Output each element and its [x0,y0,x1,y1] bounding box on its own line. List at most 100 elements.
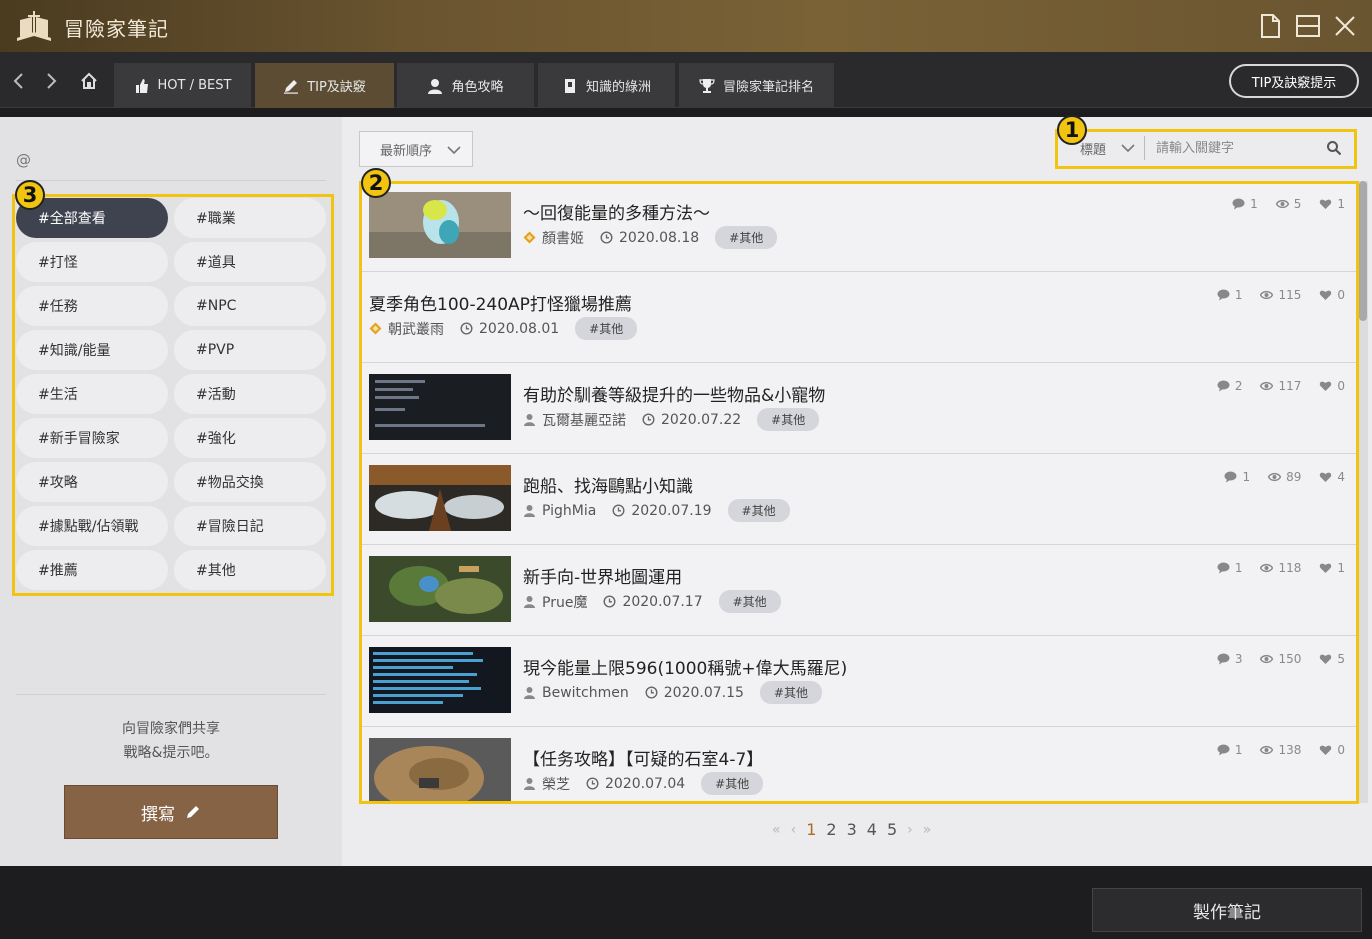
eye-icon [1260,381,1274,391]
post-title[interactable]: 【任务攻略】【可疑的石室4-7】 [523,745,763,770]
page-link[interactable]: 3 [847,820,857,839]
forward-arrow-icon[interactable] [42,72,60,90]
post-tag[interactable]: #其他 [575,317,638,340]
post-row[interactable]: 現今能量上限596(1000稱號+偉大馬羅尼) Bewitchmen 2020.… [360,636,1357,727]
post-row[interactable]: 跑船、找海鷗點小知識 PighMia 2020.07.19 #其他 1 89 4 [360,454,1357,545]
tag-siege[interactable]: #據點戰/佔領戰 [16,506,168,546]
tab-label: 知識的綠洲 [585,80,651,95]
tab-ranking[interactable]: 冒險家筆記排名 [679,63,834,108]
page-link[interactable]: 5 [887,820,897,839]
post-date: 2020.08.18 [619,229,700,246]
tag-trade[interactable]: #物品交換 [174,462,326,502]
write-label: 撰寫 [141,804,175,825]
make-note-button[interactable]: 製作筆記 [1092,888,1362,932]
tag-hunting[interactable]: #打怪 [16,242,168,282]
post-date: 2020.07.19 [631,502,712,519]
post-tag[interactable]: #其他 [727,499,790,522]
scroll-thumb[interactable] [1359,181,1367,321]
comment-count: 1 [1234,743,1243,757]
comment-icon [1217,562,1230,574]
eye-icon [1275,199,1289,209]
write-button[interactable]: 撰寫 [64,785,278,839]
post-author[interactable]: Prue魔 [542,592,587,612]
home-icon[interactable] [80,72,98,90]
post-title[interactable]: 現今能量上限596(1000稱號+偉大馬羅尼) [523,654,847,679]
book-icon [564,78,575,93]
prev-page-button[interactable]: ‹ [791,822,797,838]
search-icon[interactable] [1326,140,1342,156]
share-prompt: 向冒險家們共享 戰略&提示吧。 [0,717,342,765]
post-author[interactable]: 瓦爾基麗亞諾 [542,410,626,430]
post-row[interactable]: 夏季角色100-240AP打怪獵場推薦 朝武叢雨 2020.08.01 #其他 … [360,272,1357,363]
post-title[interactable]: 夏季角色100-240AP打怪獵場推薦 [369,290,632,315]
diamond-icon [369,322,382,335]
page-link[interactable]: 4 [867,820,877,839]
tab-hot-best[interactable]: HOT / BEST [114,63,251,108]
tab-knowledge-oasis[interactable]: 知識的綠洲 [538,63,675,108]
post-title[interactable]: 跑船、找海鷗點小知識 [523,472,693,497]
clock-icon [600,231,613,244]
post-row[interactable]: 有助於馴養等級提升的一些物品&小寵物 瓦爾基麗亞諾 2020.07.22 #其他… [360,363,1357,454]
tag-enhance[interactable]: #強化 [174,418,326,458]
scrollbar[interactable] [1358,181,1368,803]
tag-npc[interactable]: #NPC [174,286,326,326]
close-icon[interactable] [1331,12,1359,40]
tab-tips[interactable]: TIP及訣竅 [255,63,394,108]
tag-beginner[interactable]: #新手冒險家 [16,418,168,458]
post-date: 2020.07.17 [622,593,703,610]
post-author[interactable]: 榮芝 [542,774,570,794]
post-tag[interactable]: #其他 [759,681,822,704]
post-row[interactable]: 【任务攻略】【可疑的石室4-7】 榮芝 2020.07.04 #其他 1 138 [360,727,1357,803]
tab-character-guide[interactable]: 角色攻略 [397,63,534,108]
tag-events[interactable]: #活動 [174,374,326,414]
search-input[interactable] [1156,134,1316,162]
post-row[interactable]: ～回復能量的多種方法～ 顏書姬 2020.08.18 #其他 1 5 1 [360,181,1357,272]
sort-dropdown[interactable]: 最新順序 [359,131,473,167]
post-tag[interactable]: #其他 [701,772,764,795]
tag-other[interactable]: #其他 [174,550,326,590]
eye-icon [1260,290,1274,300]
post-title[interactable]: ～回復能量的多種方法～ [523,199,710,224]
comment-icon [1217,744,1230,756]
tag-quests[interactable]: #任務 [16,286,168,326]
nav-bar: HOT / BEST TIP及訣竅 角色攻略 知識的綠洲 冒險家筆記排名 [0,52,1372,108]
tag-diary[interactable]: #冒險日記 [174,506,326,546]
thumbs-up-icon [135,78,148,93]
first-page-button[interactable]: « [772,822,781,838]
book-logo-icon [17,11,51,41]
post-tag[interactable]: #其他 [757,408,820,431]
post-author[interactable]: Bewitchmen [542,685,629,701]
divider [16,180,326,181]
eye-icon [1268,472,1282,482]
post-author[interactable]: 朝武叢雨 [388,319,444,339]
tag-guide[interactable]: #攻略 [16,462,168,502]
user-icon [524,414,535,426]
main-panel: 最新順序 標題 請輸入關鍵字 ～回復能量的多種方法～ 顏書姬 2020.08.1… [342,117,1372,866]
post-row[interactable]: 新手向-世界地圖運用 Prue魔 2020.07.17 #其他 1 118 1 [360,545,1357,636]
tag-items[interactable]: #道具 [174,242,326,282]
comment-count: 1 [1234,288,1243,302]
post-title[interactable]: 新手向-世界地圖運用 [523,563,682,588]
post-title[interactable]: 有助於馴養等級提升的一些物品&小寵物 [523,381,825,406]
post-meta: 顏書姬 2020.08.18 #其他 [523,226,778,249]
page-link[interactable]: 1 [806,820,816,839]
post-stats: 1 138 0 [1217,743,1345,757]
restore-window-icon[interactable] [1294,12,1322,40]
tag-life[interactable]: #生活 [16,374,168,414]
tag-pvp[interactable]: #PVP [174,330,326,370]
document-icon[interactable] [1256,12,1284,40]
like-count: 0 [1337,743,1345,757]
tag-class[interactable]: #職業 [174,198,326,238]
post-tag[interactable]: #其他 [715,226,778,249]
tag-recommend[interactable]: #推薦 [16,550,168,590]
last-page-button[interactable]: » [923,822,932,838]
page-link[interactable]: 2 [826,820,836,839]
next-page-button[interactable]: › [907,822,913,838]
post-author[interactable]: PighMia [542,503,596,519]
tag-knowledge-energy[interactable]: #知識/能量 [16,330,168,370]
post-tag[interactable]: #其他 [718,590,781,613]
heart-icon [1320,472,1332,482]
post-author[interactable]: 顏書姬 [542,228,584,248]
back-arrow-icon[interactable] [10,72,28,90]
tips-hint-button[interactable]: TIP及訣竅提示 [1229,64,1359,98]
